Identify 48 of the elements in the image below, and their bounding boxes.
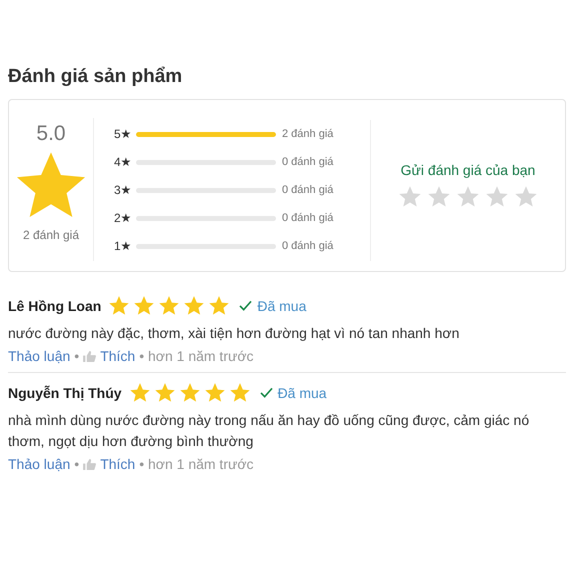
star-icon [209,296,230,315]
star-level-label: 2★ [114,211,133,225]
star-icon [16,152,86,218]
star-icon [180,383,200,402]
review-text: nước đường này đặc, thơm, xài tiện hơn đường hạt vì nó tan nhanh hơn [8,324,460,343]
star-icon [109,296,130,315]
average-rating: 5.0 [36,122,66,146]
review-count: 2 đánh giá [22,228,80,242]
purchased-label: Đã mua [257,298,306,314]
star-icon [230,383,250,402]
reviewer-name: Nguyễn Thị Thúy [8,384,122,400]
star-icon[interactable] [457,186,479,207]
write-review-link[interactable]: Gửi đánh giá của bạn [400,162,536,178]
star-icon [134,296,154,315]
reviewer-name: Lê Hồng Loan [8,298,102,314]
rating-count: 0 đánh giá [282,156,334,168]
star-icon [154,383,175,402]
star-icon[interactable] [486,186,508,207]
star-icon[interactable] [515,186,537,207]
section-title: Đánh giá sản phẩm [8,66,184,88]
star-icon [130,383,150,402]
star-icon [184,296,204,315]
thumbs-up-icon[interactable] [83,350,96,362]
rating-count: 0 đánh giá [282,240,334,252]
star-level-label: 4★ [114,155,133,169]
discuss-link[interactable]: Thảo luận [8,348,70,364]
rating-count: 0 đánh giá [282,184,334,196]
star-level-label: 1★ [114,239,133,253]
rating-count: 0 đánh giá [282,212,334,224]
review-time: • hơn 1 năm trước [139,456,254,472]
separator: • [74,348,80,364]
star-level-label: 3★ [114,183,133,197]
purchased-label: Đã mua [278,384,327,400]
checkmark-icon [239,300,252,311]
discuss-link[interactable]: Thảo luận [8,456,70,472]
review-text: nhà mình dùng nước đường này trong nấu ăn hay đồ uống cũng được, cảm giác nó thơm, ngọt dịu hơn đường bình thường [8,411,530,451]
like-link[interactable]: Thích [100,348,136,364]
review-time: • hơn 1 năm trước [139,348,254,364]
star-level-label: 5★ [114,127,133,141]
star-icon[interactable] [428,186,450,207]
checkmark-icon [260,387,273,398]
like-link[interactable]: Thích [100,456,136,472]
rating-count: 2 đánh giá [282,128,334,140]
star-icon[interactable] [399,186,421,207]
star-icon [204,383,225,402]
separator: • [74,456,80,472]
star-icon [159,296,180,315]
thumbs-up-icon[interactable] [83,458,96,470]
